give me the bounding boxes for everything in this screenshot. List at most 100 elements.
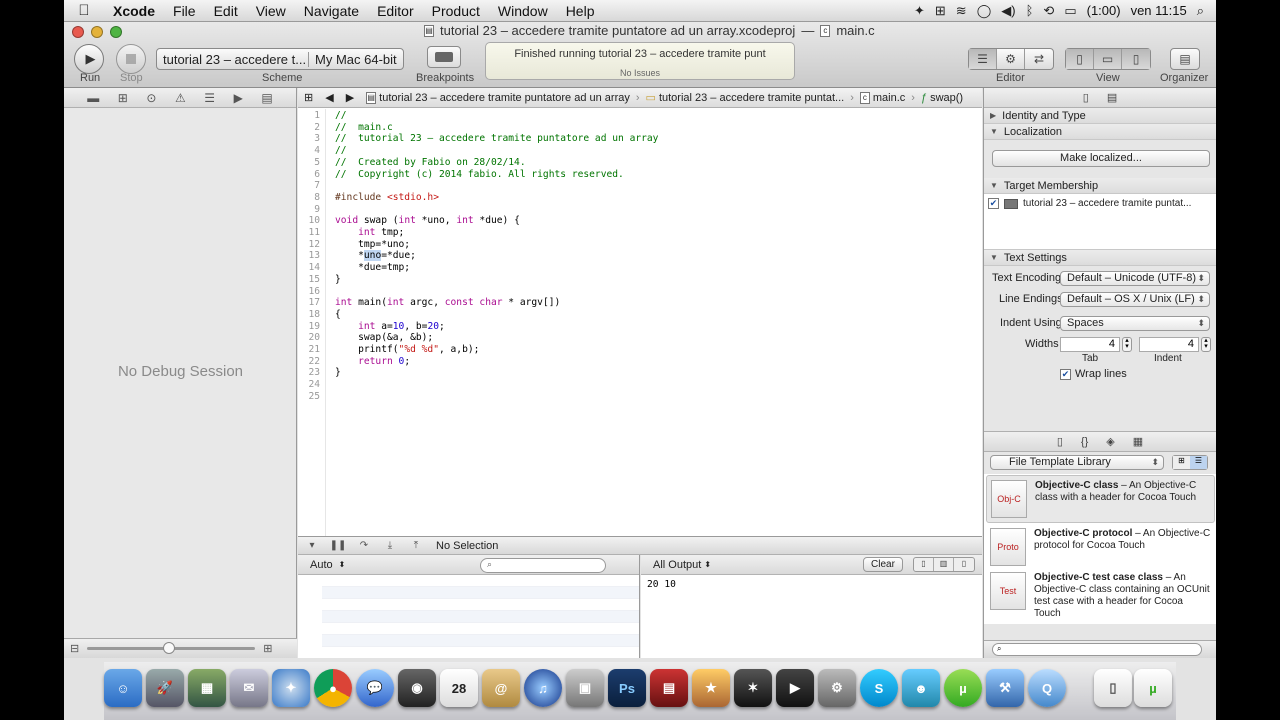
jump-bar-file[interactable]: c main.c <box>854 91 911 104</box>
jump-bar-group[interactable]: ▭ tutorial 23 – accedere tramite puntat..… <box>640 91 851 105</box>
split-view-icon[interactable]: ▥ <box>934 558 954 571</box>
launchpad-icon[interactable]: 🚀 <box>146 669 184 707</box>
library-filter-input[interactable]: ⌕ <box>992 643 1202 656</box>
step-into-icon[interactable]: ⤓ <box>384 540 396 551</box>
menu-file[interactable]: File <box>164 3 205 19</box>
facetime-icon[interactable]: ◉ <box>398 669 436 707</box>
itunes-icon[interactable]: ♫ <box>524 669 562 707</box>
wrap-lines-option[interactable]: ✔ Wrap lines <box>1060 368 1127 380</box>
chrome-icon[interactable]: ● <box>314 669 352 707</box>
variables-scope-popup[interactable]: Auto <box>310 559 333 571</box>
utorrent-icon[interactable]: µ <box>944 669 982 707</box>
log-navigator-icon[interactable]: ▤ <box>261 91 272 105</box>
library-popup[interactable]: File Template Library <box>990 455 1164 470</box>
version-editor-icon[interactable]: ⇄ <box>1025 49 1053 69</box>
step-over-icon[interactable]: ↷ <box>358 540 370 551</box>
mission-control-icon[interactable]: ▦ <box>188 669 226 707</box>
pause-icon[interactable]: ❚❚ <box>330 540 347 551</box>
indent-width-stepper[interactable]: ▴ ▾ <box>1201 337 1211 352</box>
list-view-icon[interactable]: ☰ <box>1190 456 1207 469</box>
indent-width-field[interactable]: 4 <box>1139 337 1199 352</box>
console-layout-control[interactable]: ▯ ▥ ▯ <box>913 557 975 572</box>
editor-mode-control[interactable]: ☰ ⚙ ⇄ <box>968 48 1054 70</box>
text-encoding-popup[interactable]: Default – Unicode (UTF-8) <box>1060 271 1210 286</box>
messages-icon[interactable]: ◯ <box>977 3 992 19</box>
xcode-icon[interactable]: ⚒ <box>986 669 1024 707</box>
scheme-target[interactable]: tutorial 23 – accedere t... <box>157 51 309 67</box>
contacts-icon[interactable]: @ <box>482 669 520 707</box>
system-preferences-icon[interactable]: ⚙ <box>818 669 856 707</box>
menu-navigate[interactable]: Navigate <box>295 3 368 19</box>
related-items-icon[interactable]: ⊞ <box>298 91 319 104</box>
status-icon[interactable]: ⊞ <box>935 3 946 19</box>
menu-window[interactable]: Window <box>489 3 557 19</box>
output-scope-popup[interactable]: All Output <box>653 559 701 571</box>
object-library-icon[interactable]: ◈ <box>1106 435 1114 448</box>
close-window-icon[interactable] <box>72 26 84 38</box>
process-view-icon[interactable]: ⊞ <box>263 642 272 655</box>
console-output[interactable]: 20 10 <box>641 575 982 594</box>
downloaded-file-icon[interactable]: ▯ <box>1094 669 1132 707</box>
thread-compression-slider[interactable] <box>87 642 256 654</box>
stop-button[interactable] <box>116 44 146 74</box>
menu-product[interactable]: Product <box>423 3 489 19</box>
identity-section-header[interactable]: ▶ Identity and Type <box>984 108 1216 124</box>
scheme-destination[interactable]: My Mac 64-bit <box>309 52 403 67</box>
view-toggle-control[interactable]: ▯ ▭ ▯ <box>1065 48 1151 70</box>
code-area[interactable]: 1 2 3 4 5 6 7 8 9 10 11 12 13 14 15 16 1… <box>298 109 982 536</box>
scheme-selector[interactable]: tutorial 23 – accedere t... My Mac 64-bi… <box>156 48 404 70</box>
filter-icon[interactable]: ⊟ <box>70 642 79 655</box>
clock[interactable]: ven 11:15 <box>1131 3 1187 18</box>
menu-view[interactable]: View <box>247 3 295 19</box>
photoshop-icon[interactable]: Ps <box>608 669 646 707</box>
menu-app-name[interactable]: Xcode <box>104 3 164 19</box>
tab-width-stepper[interactable]: ▴ ▾ <box>1122 337 1132 352</box>
project-navigator-icon[interactable]: ▬ <box>87 91 99 105</box>
indent-using-popup[interactable]: Spaces <box>1060 316 1210 331</box>
target-row[interactable]: ✔ tutorial 23 – accedere tramite puntat.… <box>988 198 1191 209</box>
clear-console-button[interactable]: Clear <box>863 557 903 572</box>
target-membership-section-header[interactable]: ▼ Target Membership <box>984 178 1216 194</box>
quick-help-icon[interactable]: ▤ <box>1107 91 1117 104</box>
wrap-lines-checkbox[interactable]: ✔ <box>1060 368 1071 380</box>
safari-icon[interactable]: ✦ <box>272 669 310 707</box>
library-item[interactable]: Obj-C Objective-C class – An Objective-C… <box>986 475 1215 523</box>
minimize-window-icon[interactable] <box>91 26 103 38</box>
breakpoint-navigator-icon[interactable]: ▶ <box>234 91 243 105</box>
menu-editor[interactable]: Editor <box>368 3 423 19</box>
bluetooth-icon[interactable]: ᛒ <box>1026 3 1034 18</box>
organizer-button[interactable]: ▤ <box>1170 48 1200 70</box>
dropbox-icon[interactable]: ✦ <box>914 3 925 19</box>
battery-time[interactable]: (1:00) <box>1087 3 1121 18</box>
text-settings-section-header[interactable]: ▼ Text Settings <box>984 250 1216 266</box>
step-out-icon[interactable]: ⤒ <box>410 540 422 551</box>
hide-debug-area-icon[interactable]: ▾ <box>306 540 318 551</box>
debug-area-toggle-icon[interactable]: ▭ <box>1094 49 1122 69</box>
assistant-editor-icon[interactable]: ⚙ <box>997 49 1025 69</box>
library-view-control[interactable]: ⊞ ☰ <box>1172 455 1208 470</box>
wifi-icon[interactable]: ≋ <box>956 3 967 19</box>
menu-help[interactable]: Help <box>557 3 604 19</box>
slider-knob[interactable] <box>163 642 176 654</box>
library-item[interactable]: Test Objective-C test case class – An Ob… <box>986 568 1215 624</box>
file-inspector-icon[interactable]: ▯ <box>1083 91 1089 104</box>
file-template-library-icon[interactable]: ▯ <box>1057 435 1063 448</box>
icon-view-icon[interactable]: ⊞ <box>1173 456 1190 469</box>
organizer-icon[interactable]: ▤ <box>1171 49 1199 69</box>
finder-icon[interactable]: ☺ <box>104 669 142 707</box>
forward-arrow-icon[interactable]: ▶ <box>340 91 360 104</box>
search-navigator-icon[interactable]: ⊙ <box>146 91 156 105</box>
test-navigator-icon[interactable]: ☰ <box>204 91 215 105</box>
team-icon[interactable]: ☻ <box>902 669 940 707</box>
run-button[interactable]: ▶ <box>74 44 104 74</box>
iphoto-icon[interactable]: ▣ <box>566 669 604 707</box>
target-checkbox[interactable]: ✔ <box>988 198 999 209</box>
console-only-icon[interactable]: ▯ <box>954 558 974 571</box>
volume-icon[interactable]: ◀) <box>1001 3 1015 19</box>
make-localized-button[interactable]: Make localized... <box>992 150 1210 167</box>
utilities-toggle-icon[interactable]: ▯ <box>1122 49 1150 69</box>
skype-icon[interactable]: S <box>860 669 898 707</box>
code-snippet-library-icon[interactable]: {} <box>1081 436 1088 448</box>
variables-only-icon[interactable]: ▯ <box>914 558 934 571</box>
preview-icon[interactable]: ✉ <box>230 669 268 707</box>
